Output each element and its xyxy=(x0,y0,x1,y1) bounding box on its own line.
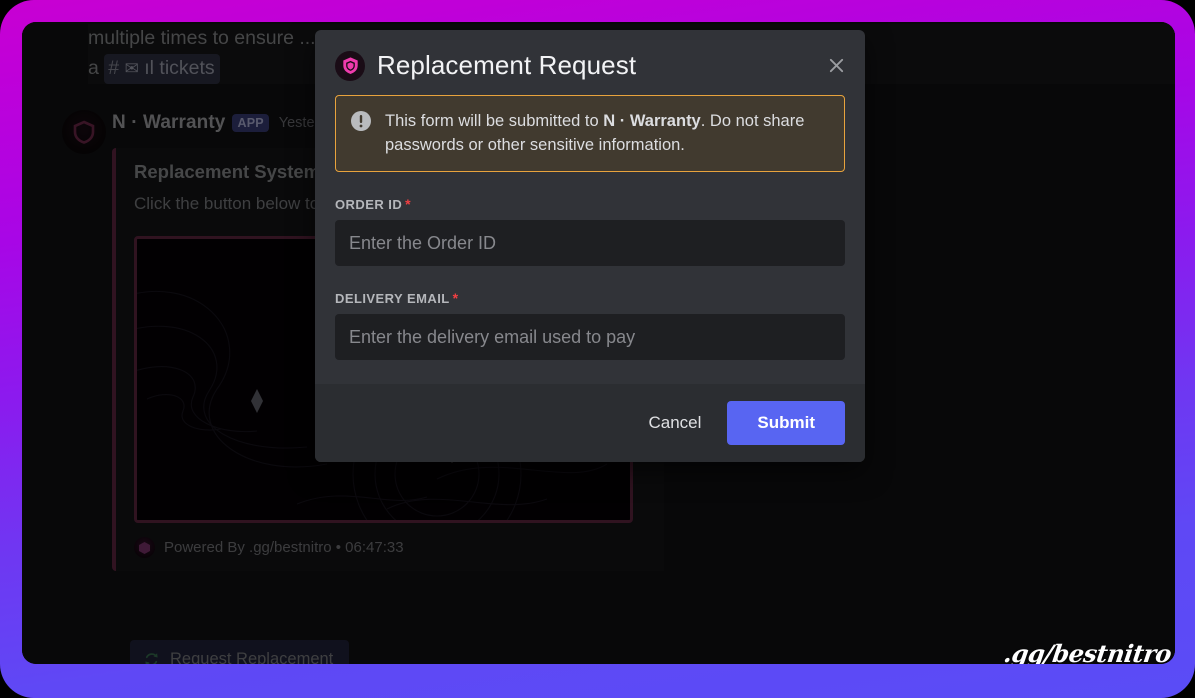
exclamation-glyph xyxy=(351,111,371,131)
warning-text-bold: N · Warranty xyxy=(603,112,701,130)
replacement-request-modal: Replacement Request This form will be su… xyxy=(315,30,865,462)
order-id-label-text: ORDER ID xyxy=(335,197,403,212)
modal-header: Replacement Request xyxy=(315,30,865,95)
warning-banner: This form will be submitted to N · Warra… xyxy=(335,95,845,172)
shield-icon xyxy=(335,50,365,81)
required-marker: * xyxy=(405,196,412,212)
cancel-button[interactable]: Cancel xyxy=(632,403,717,443)
modal-body: This form will be submitted to N · Warra… xyxy=(315,95,865,384)
neon-gradient-frame: multiple times to ensure ... if ... ere … xyxy=(0,0,1195,698)
close-icon[interactable] xyxy=(823,53,849,79)
submit-button[interactable]: Submit xyxy=(727,401,845,445)
screen: multiple times to ensure ... if ... ere … xyxy=(22,22,1175,664)
watermark: .gg/bestnitro xyxy=(1001,639,1174,664)
delivery-email-label-text: DELIVERY EMAIL xyxy=(335,291,450,306)
shield-glyph xyxy=(342,57,358,74)
close-glyph xyxy=(829,58,843,73)
order-id-label: ORDER ID * xyxy=(335,196,845,212)
delivery-email-label: DELIVERY EMAIL * xyxy=(335,290,845,306)
modal-footer: Cancel Submit xyxy=(315,384,865,462)
modal-title: Replacement Request xyxy=(377,50,637,80)
warning-text-part1: This form will be submitted to xyxy=(385,112,604,130)
required-marker: * xyxy=(452,290,459,306)
exclamation-circle-icon xyxy=(350,110,372,157)
delivery-email-input[interactable] xyxy=(335,314,845,360)
warning-text: This form will be submitted to N · Warra… xyxy=(385,109,830,157)
order-id-input[interactable] xyxy=(335,220,845,266)
